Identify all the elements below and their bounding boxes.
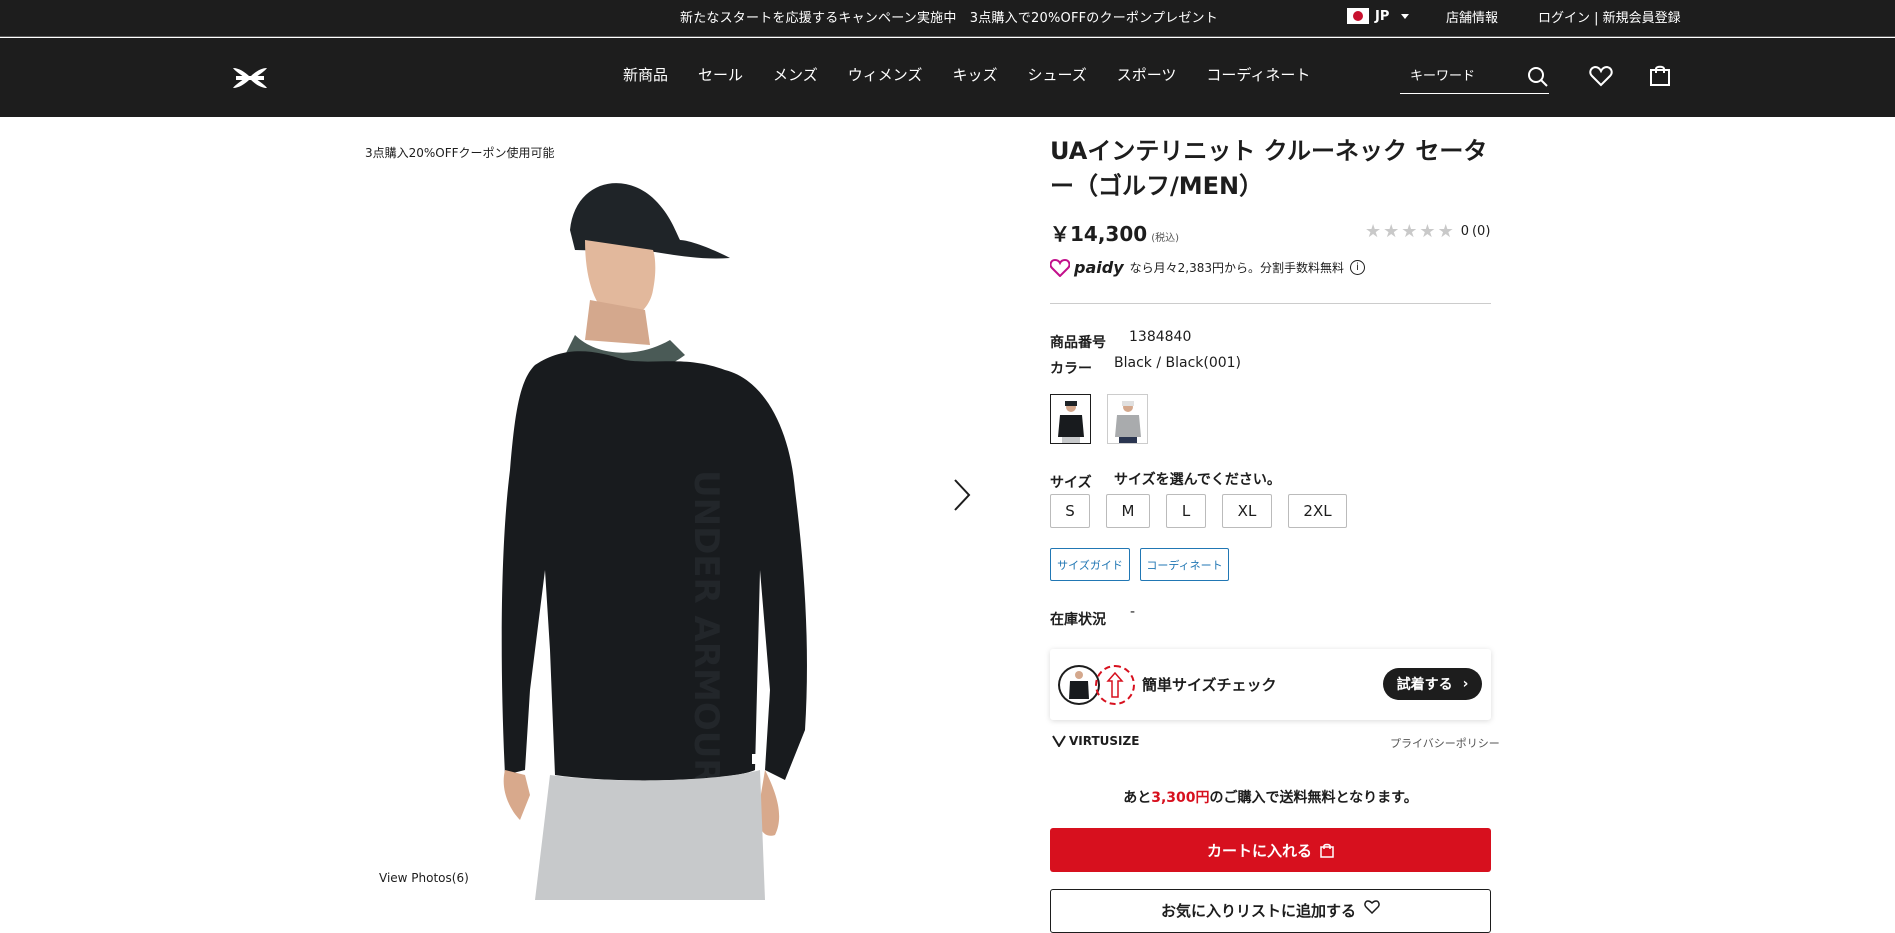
- virtusize-v-icon: [1052, 735, 1066, 747]
- star-icon: ★: [1383, 221, 1400, 242]
- swatch-image: [1058, 401, 1084, 443]
- coordinate-button[interactable]: コーディネート: [1140, 548, 1229, 581]
- add-to-favorites-button[interactable]: お気に入りリストに追加する: [1050, 889, 1491, 933]
- main-nav: 新商品 セール メンズ ウィメンズ キッズ シューズ スポーツ コーディネート: [623, 64, 1340, 85]
- tax-note: (税込): [1151, 233, 1179, 244]
- star-icon: ★: [1365, 221, 1382, 242]
- swatch-image: [1115, 401, 1141, 443]
- nav-shoes[interactable]: シューズ: [1027, 64, 1086, 85]
- stock-label: 在庫状況: [1050, 612, 1106, 628]
- store-info-link[interactable]: 店舗情報: [1446, 7, 1498, 26]
- login-register-link[interactable]: ログイン | 新規会員登録: [1538, 7, 1681, 26]
- coupon-tag: 3点購入20%OFFクーポン使用可能: [365, 146, 555, 160]
- virtusize-card[interactable]: 簡単サイズチェック 試着する ›: [1050, 649, 1491, 720]
- try-on-button[interactable]: 試着する ›: [1383, 668, 1482, 700]
- nav-sale[interactable]: セール: [698, 64, 743, 85]
- review-count: (0): [1471, 224, 1491, 239]
- rating-stars[interactable]: ★ ★ ★ ★ ★ 0 (0): [1365, 221, 1490, 242]
- promo-text[interactable]: 新たなスタートを応援するキャンペーン実施中 3点購入で20%OFFのクーポンプレ…: [680, 7, 1218, 26]
- divider: [1050, 303, 1491, 304]
- shipping-amount: 3,300円: [1151, 790, 1210, 806]
- size-option-2xl[interactable]: 2XL: [1288, 494, 1347, 528]
- country-selector[interactable]: JP: [1347, 8, 1410, 24]
- size-option-l[interactable]: L: [1166, 494, 1206, 528]
- price-value: ￥14,300: [1050, 222, 1148, 246]
- body-icon: [1106, 671, 1124, 698]
- paidy-brand: paidy: [1074, 258, 1124, 277]
- main-header: 新商品 セール メンズ ウィメンズ キッズ シューズ スポーツ コーディネート: [0, 38, 1895, 117]
- nav-coordinate[interactable]: コーディネート: [1206, 64, 1310, 85]
- star-icon: ★: [1419, 221, 1436, 242]
- virtusize-brand: VIRTUSIZE: [1069, 734, 1140, 748]
- add-to-favorites-label: お気に入りリストに追加する: [1160, 902, 1356, 920]
- size-option-s[interactable]: S: [1050, 494, 1090, 528]
- next-image-chevron-right-icon[interactable]: [952, 478, 972, 512]
- shipping-note: あと3,300円のご購入で送料無料となります。: [1050, 787, 1491, 807]
- bag-icon: [1320, 843, 1334, 858]
- product-price: ￥14,300 (税込): [1050, 218, 1179, 247]
- nav-womens[interactable]: ウィメンズ: [848, 64, 923, 85]
- color-value: Black / Black(001): [1114, 355, 1242, 371]
- nav-sports[interactable]: スポーツ: [1117, 64, 1177, 85]
- cart-bag-icon[interactable]: [1650, 64, 1670, 86]
- japan-flag-icon: [1347, 8, 1369, 24]
- product-image[interactable]: UNDER ARMOUR: [475, 170, 895, 900]
- shipping-prefix: あと: [1123, 790, 1152, 806]
- chevron-right-icon: ›: [1462, 676, 1469, 692]
- virtusize-logo: VIRTUSIZE: [1052, 734, 1139, 748]
- try-on-label: 試着する: [1396, 677, 1453, 693]
- info-icon[interactable]: i: [1349, 260, 1365, 275]
- under-armour-logo-icon[interactable]: [229, 65, 271, 91]
- garment-icon: [1069, 671, 1089, 699]
- nav-mens[interactable]: メンズ: [773, 64, 818, 85]
- privacy-policy-link[interactable]: プライバシーポリシー: [1390, 735, 1500, 751]
- favorites-heart-icon[interactable]: [1589, 65, 1613, 87]
- rating-score: 0: [1460, 224, 1469, 239]
- color-label: カラー: [1050, 361, 1092, 377]
- shipping-suffix: のご購入で送料無料となります。: [1209, 790, 1418, 806]
- size-check-text: 簡単サイズチェック: [1142, 676, 1277, 694]
- add-to-cart-button[interactable]: カートに入れる: [1050, 828, 1491, 872]
- paidy-heart-icon: [1050, 258, 1070, 277]
- stock-value: -: [1130, 604, 1136, 620]
- svg-text:UNDER ARMOUR: UNDER ARMOUR: [686, 470, 726, 785]
- color-swatch-gray[interactable]: [1107, 394, 1148, 444]
- search-icon[interactable]: [1527, 66, 1549, 88]
- sku-label: 商品番号: [1050, 335, 1106, 351]
- top-promo-bar: 新たなスタートを応援するキャンペーン実施中 3点購入で20%OFFのクーポンプレ…: [0, 0, 1895, 37]
- size-label: サイズ: [1050, 475, 1092, 491]
- body-measure-icon: [1095, 665, 1135, 705]
- paidy-installment: paidy なら月々2,383円から。分割手数料無料 i: [1050, 258, 1365, 277]
- heart-icon: [1364, 900, 1380, 914]
- product-title: UAインテリニット クルーネック セーター（ゴルフ/MEN）: [1050, 137, 1488, 200]
- star-icon: ★: [1437, 221, 1454, 242]
- nav-kids[interactable]: キッズ: [952, 64, 997, 85]
- size-option-m[interactable]: M: [1106, 494, 1150, 528]
- country-code: JP: [1375, 8, 1390, 24]
- size-prompt: サイズを選んでください。: [1114, 472, 1281, 488]
- garment-avatar-icon: [1058, 665, 1100, 705]
- chevron-down-icon: [1401, 13, 1410, 19]
- sku-value: 1384840: [1129, 329, 1192, 345]
- size-option-xl[interactable]: XL: [1222, 494, 1272, 528]
- star-icon: ★: [1401, 221, 1418, 242]
- size-guide-button[interactable]: サイズガイド: [1050, 548, 1130, 581]
- paidy-logo: paidy: [1050, 258, 1124, 277]
- color-swatch-black[interactable]: [1050, 394, 1091, 444]
- search-box: [1400, 62, 1549, 94]
- search-input[interactable]: [1400, 62, 1510, 90]
- view-photos-link[interactable]: View Photos(6): [379, 871, 469, 885]
- paidy-text: なら月々2,383円から。分割手数料無料: [1129, 261, 1344, 275]
- nav-new-arrivals[interactable]: 新商品: [623, 64, 668, 85]
- add-to-cart-label: カートに入れる: [1206, 841, 1312, 860]
